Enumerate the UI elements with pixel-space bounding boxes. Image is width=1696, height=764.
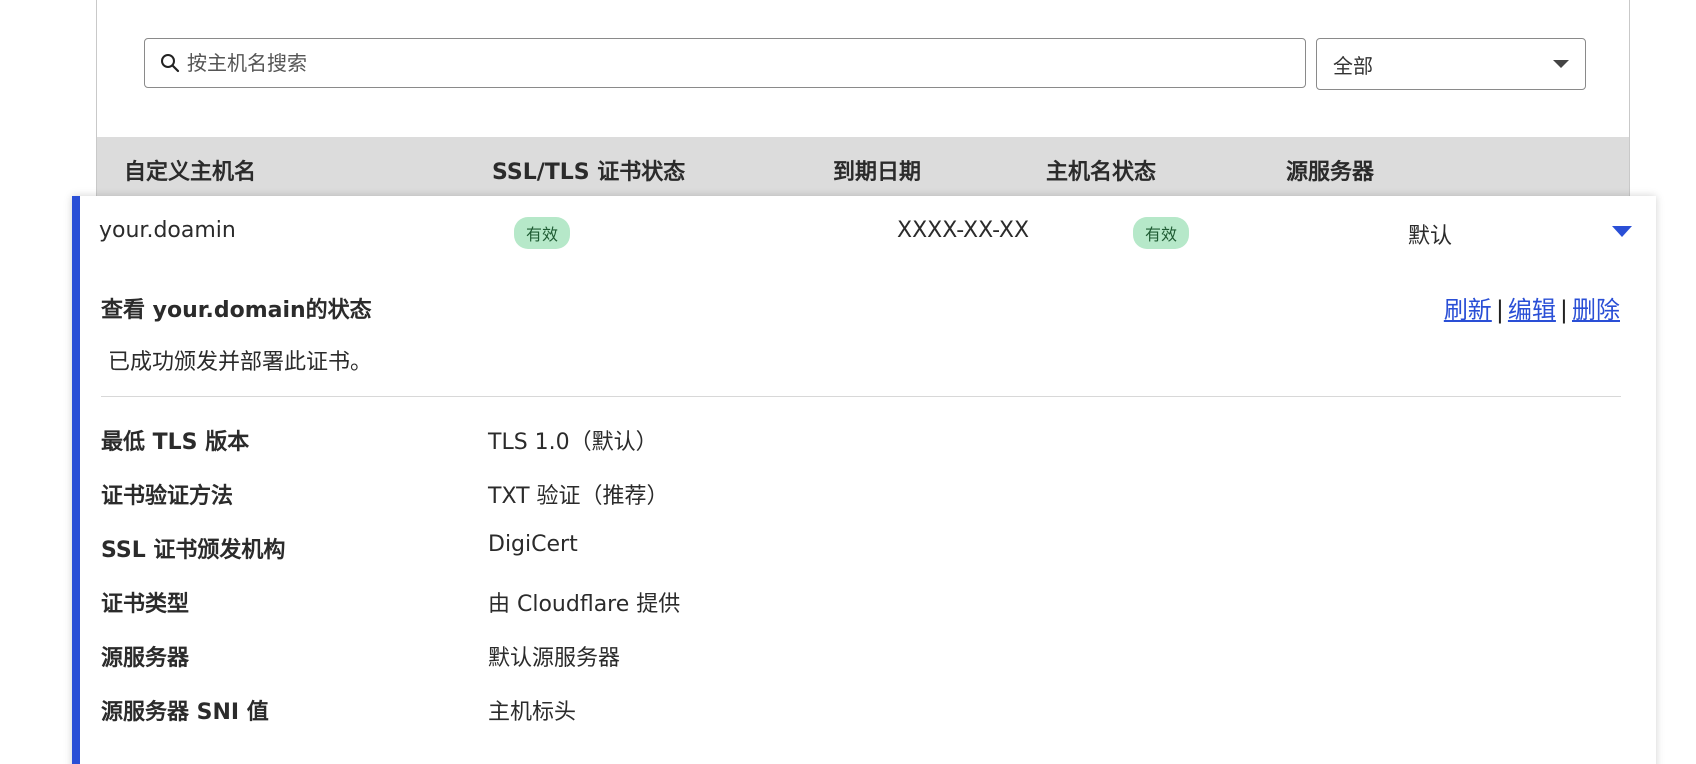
prop-value-min-tls: TLS 1.0（默认）	[488, 430, 658, 455]
delete-link[interactable]: 删除	[1572, 296, 1620, 324]
collapse-row-icon[interactable]	[1612, 226, 1632, 237]
prop-value-validation-method: TXT 验证（推荐）	[488, 484, 669, 509]
prop-label-validation-method: 证书验证方法	[101, 484, 234, 509]
prop-label-origin-server: 源服务器	[101, 646, 190, 671]
row-origin: 默认	[1408, 224, 1453, 249]
search-input[interactable]	[185, 50, 1269, 76]
divider	[101, 396, 1621, 397]
prop-value-origin-server: 默认源服务器	[488, 646, 621, 671]
search-icon	[159, 52, 181, 74]
expanded-hostname-row	[72, 196, 1656, 764]
prop-label-min-tls: 最低 TLS 版本	[101, 430, 250, 455]
status-filter-select[interactable]: 全部	[1316, 38, 1586, 90]
edit-link[interactable]: 编辑	[1508, 296, 1556, 324]
prop-value-certificate-authority: DigiCert	[488, 532, 578, 557]
column-header-expiry[interactable]: 到期日期	[833, 154, 921, 186]
column-header-hostname[interactable]: 自定义主机名	[124, 154, 256, 186]
ssl-status-badge: 有效	[514, 217, 571, 249]
filter-selected-value: 全部	[1333, 53, 1373, 78]
detail-title: 查看 your.domain的状态	[101, 298, 372, 323]
detail-actions: 刷新 | 编辑 | 删除	[1444, 290, 1620, 325]
refresh-link[interactable]: 刷新	[1444, 296, 1492, 324]
chevron-down-icon	[1553, 60, 1569, 68]
prop-label-origin-sni: 源服务器 SNI 值	[101, 700, 269, 725]
column-header-origin[interactable]: 源服务器	[1286, 154, 1374, 186]
column-header-hostname-status[interactable]: 主机名状态	[1046, 154, 1156, 186]
row-expiry-date: XXXX-XX-XX	[897, 218, 1030, 243]
prop-label-certificate-type: 证书类型	[101, 592, 190, 617]
certificate-status-message: 已成功颁发并部署此证书。	[108, 350, 373, 375]
action-separator: |	[1559, 296, 1568, 324]
column-header-ssl-status[interactable]: SSL/TLS 证书状态	[492, 154, 685, 186]
search-field[interactable]	[144, 38, 1306, 88]
prop-label-certificate-authority: SSL 证书颁发机构	[101, 538, 286, 563]
page: 全部 自定义主机名 SSL/TLS 证书状态 到期日期 主机名状态 源服务器 y…	[0, 0, 1696, 764]
prop-value-origin-sni: 主机标头	[488, 700, 577, 725]
row-hostname[interactable]: your.doamin	[99, 218, 236, 243]
action-separator: |	[1495, 296, 1504, 324]
hostname-status-badge: 有效	[1133, 217, 1190, 249]
prop-value-certificate-type: 由 Cloudflare 提供	[488, 592, 681, 617]
table-header: 自定义主机名 SSL/TLS 证书状态 到期日期 主机名状态 源服务器	[97, 137, 1629, 197]
